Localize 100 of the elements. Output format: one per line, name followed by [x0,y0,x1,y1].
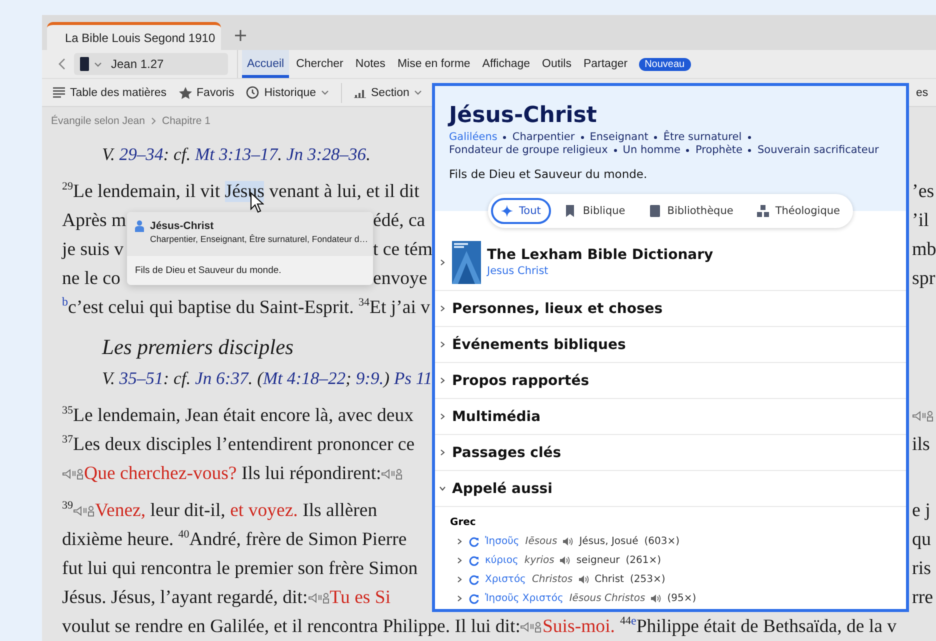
scripture-text: ’il [912,210,930,232]
scripture-text: $^{29}$Le lendemain, il vit Jésus venant à lui, et il dit [62,180,420,202]
bookmark-icon [564,205,577,217]
toolbar-label: es [916,86,930,98]
filter-tab[interactable]: Biblique [554,198,636,224]
scripture-text: fut lui qui rencontra le premier son frère Simon [62,558,418,580]
section-header[interactable]: Événements bibliques [435,327,906,363]
scripture-text: ris [912,558,932,580]
gloss-text: Jésus, Josué [579,536,638,547]
chevron-icon[interactable] [456,595,463,602]
filter-tab[interactable]: Bibliothèque [639,198,744,224]
chevron-right-icon [150,117,156,125]
chevron-icon[interactable] [439,485,446,492]
section-header[interactable]: Passages clés [435,435,906,471]
chevron-icon[interactable] [439,413,446,420]
gloss-text: Christ [594,574,624,585]
count-text: (603×) [644,536,680,547]
transliteration: Iēsous Christos [569,593,646,604]
section-header[interactable]: Propos rapportés [435,363,906,399]
menu-tab[interactable]: Notes [350,50,390,78]
chevron-icon[interactable] [439,258,446,266]
card-title: Jésus-Christ [150,220,215,232]
scripture-text: voulut se rendre en Galilée, et il rencontra Philippe. Il lui dit: [62,616,520,638]
back-chevron-icon[interactable] [58,58,66,70]
lemma-link[interactable]: Χριστός [485,574,526,585]
toolbar-button[interactable]: Historique [246,86,330,99]
chevron-icon[interactable] [439,377,446,384]
menu-tab[interactable]: Chercher [291,50,348,78]
list-icon [53,87,65,98]
section-header[interactable]: Personnes, lieux et choses [435,291,906,327]
scripture-text: dixième heure. $^{40}$André, frère de Simon Pierre [62,528,407,550]
chevron-icon[interactable] [456,538,463,545]
resource-link[interactable]: Jesus Christ [487,265,714,277]
menu-tab[interactable]: Mise en forme [392,50,476,78]
scripture-text: spr [912,268,936,290]
scripture-text: Venez, leur dit-il, et voyez. Ils allèren [95,500,378,522]
tag-label: Enseignant [590,131,648,143]
toolbar-button[interactable]: Favoris [178,86,234,98]
chevron-icon[interactable] [439,449,446,456]
scripture-text: rre [912,586,934,608]
dropdown-caret-icon [94,62,102,66]
chevron-icon[interactable] [456,557,463,564]
speaker-icon[interactable] [651,594,662,603]
breadcrumb-item[interactable]: Évangile selon Jean [51,115,145,127]
tag-label: Un homme [622,144,680,156]
book-icon [649,205,662,217]
bars-icon [354,87,366,98]
chevron-icon[interactable] [439,305,446,312]
filter-tab[interactable]: Théologique [747,198,850,224]
scripture-text: envoye [373,268,428,288]
lemma-link[interactable]: Ἰησοῦς [485,536,520,547]
speech-marker-icon [62,468,84,480]
section-header[interactable]: Appelé aussi [435,471,906,507]
scripture-text: je suis v [62,238,124,260]
lemma-link[interactable]: κύριος [485,555,518,566]
section-header[interactable]: Multimédia [435,399,906,435]
tag-label: Prophète [695,144,742,156]
group-label: Grec [449,516,477,530]
transliteration: Christos [532,574,573,585]
breadcrumb-item[interactable]: Chapitre 1 [162,115,210,127]
document-tab[interactable]: La Bible Louis Segond 1910 [47,22,221,50]
tag-label: Être surnaturel [663,131,742,143]
caret-icon [414,90,422,95]
speaker-icon[interactable] [578,575,589,584]
scripture-text: mb [912,238,936,260]
tag-link[interactable]: Galiléens [449,131,498,143]
scripture-text: e j [912,500,932,522]
count-text: (261×) [626,555,662,566]
speaker-icon[interactable] [560,556,570,565]
menu-tab[interactable]: Accueil [242,50,290,78]
scripture-text: Tu es Si [330,586,391,608]
clock-icon [246,86,260,99]
scripture-text: ils [912,434,931,456]
speaker-icon[interactable] [563,537,574,546]
reference-field[interactable]: Jean 1.27 [74,53,228,75]
scripture-text: Après m [62,210,126,230]
menu-tab[interactable]: Affichage [477,50,536,78]
toolbar-button[interactable]: Section [354,86,422,98]
transliteration: kyrios [524,555,554,566]
menu-tab[interactable]: Partager [578,50,633,78]
toolbar-button[interactable]: Table des matières [53,86,167,98]
tag-label: Charpentier [512,131,575,143]
chevron-icon[interactable] [456,576,463,583]
scripture-text: t ce tém [373,238,432,260]
plus-icon[interactable] [235,30,246,41]
scripture-text: Que cherchez-vous? Ils lui répondirent: [84,462,382,484]
article-description: Fils de Dieu et Sauveur du monde. [449,167,648,181]
gloss-text: seigneur [576,555,620,566]
menu-tab[interactable]: Outils [537,50,576,78]
person-icon [135,220,144,232]
scripture-text: qu [912,528,932,550]
filter-tab[interactable]: Tout [491,198,551,224]
scripture-text: ’es [912,180,936,202]
speech-marker-icon [381,468,404,480]
new-badge: Nouveau [638,58,691,70]
tag-label: Souverain sacrificateur [757,144,879,156]
blocks-icon [757,205,770,217]
resource-row[interactable]: The Lexham Bible Dictionary Jesus Christ [435,234,906,291]
lemma-link[interactable]: Ἰησοῦς Χριστός [485,593,564,604]
chevron-icon[interactable] [439,341,446,348]
